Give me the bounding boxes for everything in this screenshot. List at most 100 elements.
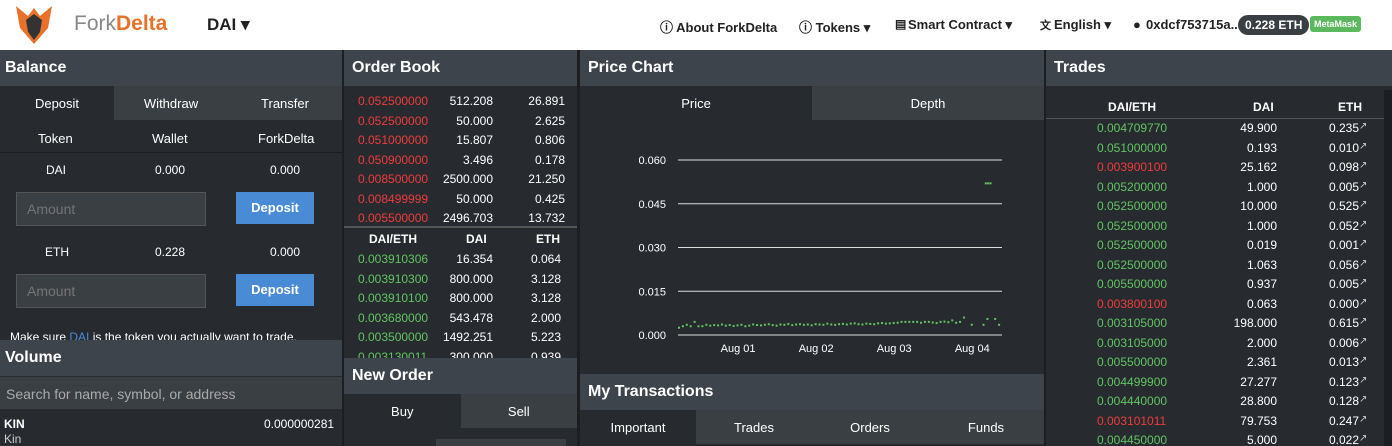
trades-scrollbar[interactable]: [1384, 90, 1392, 446]
note-token-link[interactable]: DAI: [69, 330, 89, 340]
x-tick-label: Aug 03: [877, 343, 912, 355]
trade-eth: 0.001: [1329, 238, 1360, 252]
tab-price[interactable]: Price: [580, 86, 812, 120]
trade-amount: 1.000: [1246, 218, 1277, 233]
external-link-icon[interactable]: ↗: [1359, 199, 1367, 210]
bid-price[interactable]: 0.003500000: [358, 330, 428, 344]
external-link-icon[interactable]: ↗: [1359, 219, 1367, 230]
external-link-icon[interactable]: ↗: [1359, 355, 1367, 366]
tab-sell[interactable]: Sell: [460, 394, 577, 428]
ask-price[interactable]: 0.052500000: [358, 94, 428, 108]
deposit-button-eth[interactable]: Deposit: [236, 274, 314, 306]
volume-token-symbol[interactable]: KIN: [4, 417, 25, 431]
data-point: [822, 323, 825, 326]
ask-price[interactable]: 0.008499999: [358, 192, 428, 206]
bid-total: 3.128: [530, 291, 561, 305]
external-link-icon[interactable]: ↗: [1359, 180, 1367, 191]
external-link-icon[interactable]: ↗: [1359, 160, 1367, 171]
tab-transfer[interactable]: Transfer: [228, 86, 342, 120]
new-order-panel: New Order Buy Sell: [344, 358, 577, 446]
chart-tabs: Price Depth: [580, 86, 1044, 120]
external-link-icon[interactable]: ↗: [1359, 375, 1367, 386]
external-link-icon[interactable]: ↗: [1359, 394, 1367, 405]
price-chart[interactable]: 0.000 0.015 0.030 0.045 0.060 Aug 01 Aug 02 Aug…: [580, 122, 1044, 372]
external-link-icon[interactable]: ↗: [1359, 238, 1367, 249]
tab-orders[interactable]: Orders: [812, 410, 928, 444]
external-link-icon[interactable]: ↗: [1359, 141, 1367, 152]
brand-name[interactable]: ForkDelta: [74, 12, 167, 36]
external-link-icon[interactable]: ↗: [1359, 297, 1367, 308]
deposit-button-dai[interactable]: Deposit: [236, 192, 314, 224]
data-point: [838, 323, 841, 326]
note-text-end: is the token you actually want to trade.: [89, 330, 297, 340]
eth-balance-badge: 0.228 ETH: [1238, 15, 1310, 35]
data-point: [845, 323, 848, 326]
token-selector[interactable]: DAI ▾: [207, 15, 250, 35]
ask-price[interactable]: 0.050900000: [358, 153, 428, 167]
bid-price[interactable]: 0.003130011: [358, 350, 427, 359]
volume-token-value: 0.000000281: [264, 417, 335, 431]
tab-depth[interactable]: Depth: [812, 86, 1044, 120]
language-menu[interactable]: English ▾: [1054, 17, 1111, 33]
data-point: [841, 322, 844, 325]
trade-eth: 0.056: [1329, 257, 1360, 272]
external-link-icon[interactable]: ↗: [1359, 433, 1367, 444]
bid-price[interactable]: 0.003910300: [358, 272, 428, 286]
language-icon: 文: [1040, 20, 1051, 32]
ask-price[interactable]: 0.008500000: [358, 172, 428, 186]
data-point: [877, 322, 880, 325]
tab-funds[interactable]: Funds: [928, 410, 1044, 444]
trade-price: 0.052500000: [1097, 238, 1168, 252]
ask-price[interactable]: 0.052500000: [358, 114, 428, 128]
data-point: [697, 325, 700, 328]
data-point: [998, 323, 1001, 326]
bid-price[interactable]: 0.003910306: [358, 252, 428, 266]
account-address[interactable]: 0xdcf753715a...: [1146, 17, 1241, 32]
bid-price[interactable]: 0.003910100: [358, 291, 428, 305]
amount-input-eth[interactable]: [16, 274, 206, 308]
ask-total: 13.732: [528, 211, 565, 225]
y-tick-label: 0.045: [638, 199, 666, 211]
external-link-icon[interactable]: ↗: [1359, 336, 1367, 347]
external-link-icon[interactable]: ↗: [1359, 258, 1367, 269]
trade-amount: 28.800: [1240, 394, 1277, 408]
trade-price: 0.004440000: [1097, 394, 1168, 408]
external-link-icon[interactable]: ↗: [1359, 121, 1367, 132]
data-point: [904, 320, 907, 323]
external-link-icon[interactable]: ↗: [1359, 316, 1367, 327]
tab-trades[interactable]: Trades: [696, 410, 812, 444]
data-point: [732, 324, 735, 327]
trade-price: 0.003900100: [1097, 160, 1168, 174]
trade-amount: 5.000: [1246, 433, 1277, 446]
external-link-icon[interactable]: ↗: [1359, 277, 1367, 288]
metamask-badge: MetaMask: [1310, 16, 1362, 32]
amount-input-dai[interactable]: [16, 192, 206, 226]
tokens-menu[interactable]: ⓘ Tokens ▾: [799, 17, 870, 36]
ask-price[interactable]: 0.051000000: [358, 133, 428, 147]
tab-withdraw[interactable]: Withdraw: [114, 86, 228, 120]
ask-price[interactable]: 0.005500000: [358, 211, 428, 225]
bid-price[interactable]: 0.003680000: [358, 311, 428, 325]
trade-amount: 0.193: [1246, 140, 1277, 155]
forkdelta-logo-icon[interactable]: [14, 4, 54, 46]
trade-amount: 0.019: [1246, 238, 1277, 252]
smart-contract-menu[interactable]: Smart Contract ▾: [908, 17, 1012, 33]
data-point: [705, 323, 708, 326]
data-point: [783, 323, 786, 326]
x-tick-label: Aug 02: [799, 343, 834, 355]
bid-amount: 300.000: [449, 349, 493, 359]
tab-important[interactable]: Important: [580, 410, 696, 444]
balance-panel: Balance Deposit Withdraw Transfer Token …: [0, 50, 342, 340]
trade-amount: 0.937: [1246, 277, 1277, 291]
trade-price: 0.005200000: [1097, 179, 1168, 194]
data-point: [880, 322, 883, 325]
volume-title: Volume: [0, 340, 342, 376]
external-link-icon[interactable]: ↗: [1359, 414, 1367, 425]
token-search-input[interactable]: Search for name, symbol, or address: [0, 377, 342, 409]
trade-amount: 79.753: [1240, 413, 1277, 428]
data-point: [830, 323, 833, 326]
tab-deposit[interactable]: Deposit: [0, 86, 114, 120]
tab-buy[interactable]: Buy: [344, 394, 461, 428]
order-price-input[interactable]: [436, 439, 566, 446]
about-link[interactable]: ⓘ About ForkDelta: [660, 17, 777, 36]
